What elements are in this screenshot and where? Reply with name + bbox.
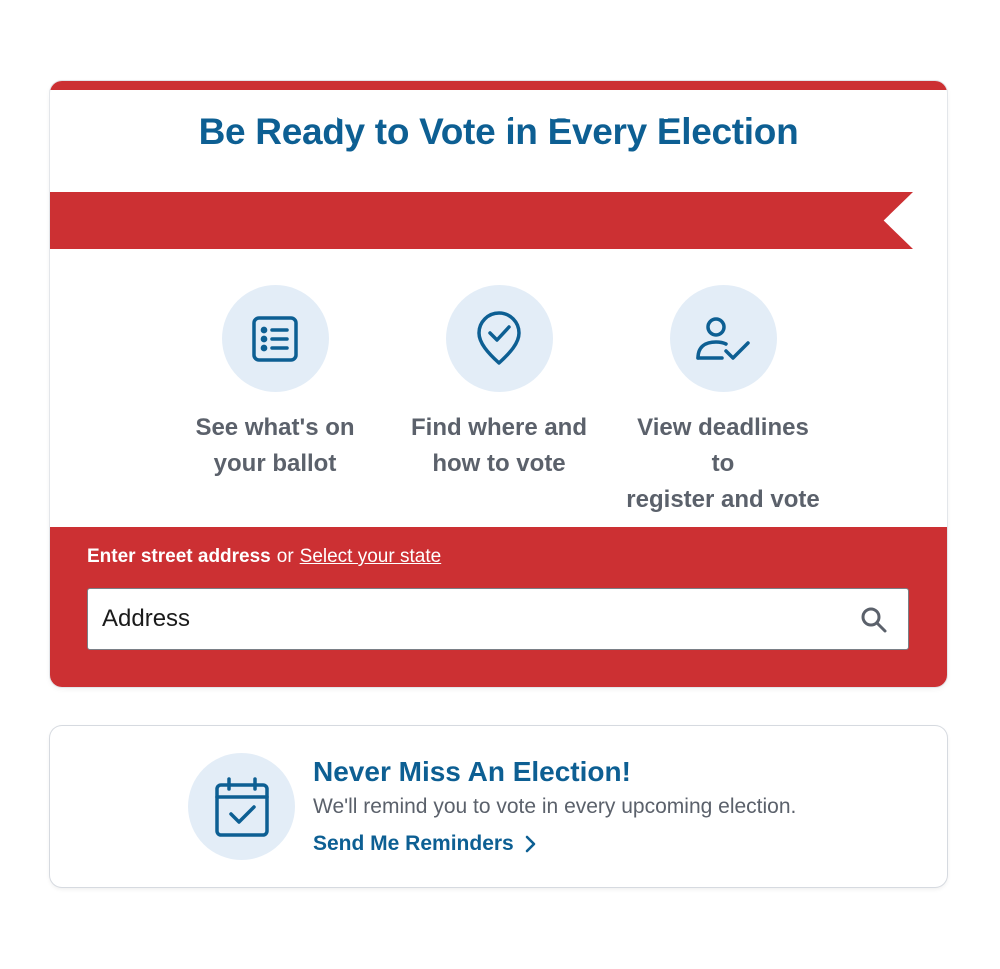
chevron-right-icon <box>524 835 536 853</box>
send-reminders-link[interactable]: Send Me Reminders <box>313 832 536 856</box>
feature-polling-line1: Find where and <box>410 414 587 441</box>
feature-ballot-line1: See what's on <box>195 414 355 441</box>
feature-deadlines-line2: register and vote <box>626 486 820 513</box>
send-reminders-label: Send Me Reminders <box>313 832 514 855</box>
address-label: Enter street address <box>87 546 271 567</box>
feature-deadlines-line1: View deadlines to <box>637 414 809 477</box>
user-check-icon <box>669 285 777 392</box>
ballot-list-icon <box>221 285 329 392</box>
election-banner <box>50 192 913 249</box>
feature-polling-place[interactable]: Find where and how to vote <box>399 285 599 482</box>
reminder-subtitle: We'll remind you to vote in every upcomi… <box>313 795 797 818</box>
search-icon[interactable] <box>860 606 888 634</box>
location-pin-check-icon <box>445 285 553 392</box>
address-search-panel: Enter street address or Select your state <box>50 527 947 687</box>
reminder-title: Never Miss An Election! <box>313 756 631 787</box>
address-input[interactable] <box>102 589 842 649</box>
feature-deadlines[interactable]: View deadlines to register and vote <box>623 285 823 518</box>
address-search-box <box>87 588 909 650</box>
election-banner-text: Elections in 34 states Nov 4! <box>292 94 671 125</box>
feature-ballot-line2: your ballot <box>213 450 337 477</box>
feature-ballot[interactable]: See what's on your ballot <box>175 285 375 482</box>
or-text: or <box>276 546 294 567</box>
calendar-check-icon <box>188 753 295 860</box>
voter-info-card: Be Ready to Vote in Every Election Elect… <box>50 81 947 687</box>
reminder-card: Never Miss An Election! We'll remind you… <box>50 726 947 887</box>
select-state-link[interactable]: Select your state <box>300 546 442 567</box>
feature-polling-line2: how to vote <box>432 450 566 477</box>
